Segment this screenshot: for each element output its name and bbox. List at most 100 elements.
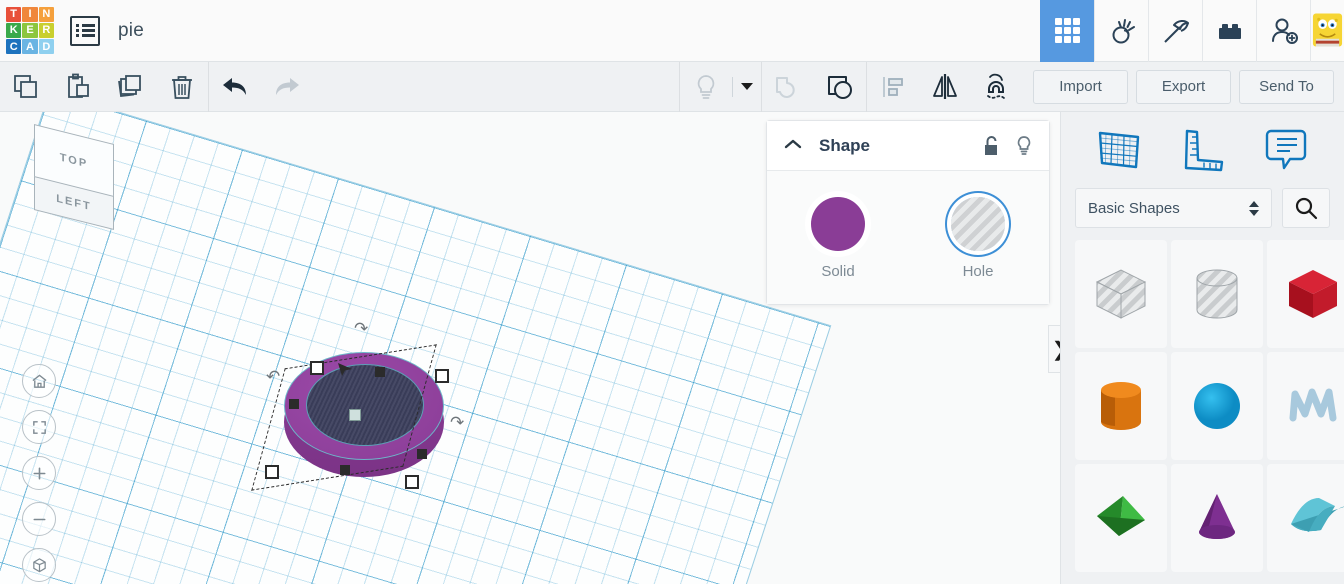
- main-toolbar: Import Export Send To: [0, 61, 1344, 112]
- chevron-updown-icon: [1249, 200, 1259, 216]
- shape-properties-panel: Shape Solid Hole: [766, 120, 1050, 305]
- duplicate-button[interactable]: [104, 62, 156, 112]
- light-tool-group: [680, 62, 761, 112]
- pyramid-shape[interactable]: [1075, 464, 1167, 572]
- tinkercad-logo[interactable]: TINKERCAD: [6, 6, 54, 55]
- logo-letter: I: [22, 6, 38, 22]
- rotate-handle-left[interactable]: ↶: [266, 367, 280, 387]
- snap-magnet-button[interactable]: [971, 62, 1023, 112]
- logo-letter: C: [6, 39, 22, 55]
- cylinder-shape[interactable]: [1075, 352, 1167, 460]
- align-button[interactable]: [867, 62, 919, 112]
- shape-panel-title: Shape: [819, 135, 871, 155]
- logo-letter: N: [38, 6, 54, 22]
- add-person-icon[interactable]: [1256, 0, 1310, 62]
- rotate-handle-right[interactable]: ↷: [450, 413, 464, 433]
- paste-button[interactable]: [52, 62, 104, 112]
- sphere-shape[interactable]: [1171, 352, 1263, 460]
- toolbar-action-buttons: Import Export Send To: [1023, 69, 1344, 104]
- undo-button[interactable]: [209, 62, 261, 112]
- project-title[interactable]: pie: [118, 20, 144, 42]
- copy-button[interactable]: [0, 62, 52, 112]
- solid-swatch-circle: [811, 197, 865, 251]
- resize-handle-edge[interactable]: [340, 465, 350, 475]
- fit-to-view-button[interactable]: [22, 410, 56, 444]
- lightbulb-button[interactable]: [680, 62, 732, 112]
- shape-category-value: Basic Shapes: [1088, 199, 1180, 217]
- home-view-button[interactable]: [22, 364, 56, 398]
- perspective-toggle-button[interactable]: [22, 548, 56, 582]
- ungroup-button[interactable]: [814, 62, 866, 112]
- shape-type-options: Solid Hole: [767, 171, 1049, 304]
- shape-category-select[interactable]: Basic Shapes: [1075, 188, 1272, 228]
- export-button[interactable]: Export: [1136, 69, 1231, 104]
- logo-letter: D: [38, 39, 54, 55]
- resize-handle-edge[interactable]: [289, 399, 299, 409]
- logo-letter: R: [38, 22, 54, 39]
- logo-letter: K: [6, 22, 22, 39]
- group-tool-group: [762, 62, 866, 112]
- view-nav-buttons: [22, 364, 56, 582]
- solid-swatch-label: Solid: [821, 263, 855, 280]
- resize-handle-corner[interactable]: [310, 361, 324, 375]
- search-icon[interactable]: [1282, 188, 1330, 228]
- top-bar: TINKERCAD pie: [0, 0, 1344, 62]
- sidebar-tabs: [1061, 112, 1344, 188]
- selected-shape[interactable]: ↷ ↶ ↷: [251, 317, 464, 491]
- pickaxe-icon[interactable]: [1148, 0, 1202, 62]
- circuits-icon[interactable]: [1094, 0, 1148, 62]
- rotate-handle-top[interactable]: ↷: [354, 319, 368, 339]
- solid-swatch[interactable]: Solid: [794, 197, 882, 280]
- scribble-shape[interactable]: [1267, 352, 1344, 460]
- group-button[interactable]: [762, 62, 814, 112]
- lego-brick-icon[interactable]: [1202, 0, 1256, 62]
- box-shape[interactable]: [1267, 240, 1344, 348]
- tinkercad-app: TINKERCAD pie Import Export Send To TOP …: [0, 0, 1344, 584]
- logo-letter: E: [22, 22, 38, 39]
- grid-icon[interactable]: [1040, 0, 1094, 62]
- edit-tool-group: [0, 62, 208, 112]
- sidebar-controls: Basic Shapes: [1061, 188, 1344, 228]
- view-cube[interactable]: TOP LEFT: [24, 124, 124, 240]
- box-hole-shape[interactable]: [1075, 240, 1167, 348]
- zoom-out-button[interactable]: [22, 502, 56, 536]
- resize-handle-edge[interactable]: [375, 367, 385, 377]
- shape-library-grid: [1061, 228, 1344, 572]
- chevron-up-icon[interactable]: [783, 137, 803, 155]
- ruler-tab[interactable]: [1172, 124, 1232, 176]
- hole-swatch[interactable]: Hole: [934, 197, 1022, 280]
- arrange-tool-group: [867, 62, 1023, 112]
- shape-panel-header: Shape: [767, 121, 1049, 171]
- light-dropdown-button[interactable]: [733, 62, 761, 112]
- unlock-icon[interactable]: [983, 135, 1001, 157]
- project-menu-icon[interactable]: [70, 15, 100, 46]
- import-button[interactable]: Import: [1033, 69, 1128, 104]
- zoom-in-button[interactable]: [22, 456, 56, 490]
- resize-handle-edge[interactable]: [417, 449, 427, 459]
- workplane-tab[interactable]: [1089, 124, 1149, 176]
- topbar-icon-group: [1040, 0, 1344, 62]
- move-arrow-icon[interactable]: [336, 361, 358, 384]
- notes-tab[interactable]: [1256, 124, 1316, 176]
- history-tool-group: [209, 62, 313, 112]
- view-cube-top-label: TOP: [59, 151, 89, 171]
- lightbulb-icon[interactable]: [1015, 135, 1033, 157]
- cylinder-hole-shape[interactable]: [1171, 240, 1263, 348]
- cone-shape[interactable]: [1171, 464, 1263, 572]
- shapes-sidebar: Basic Shapes: [1060, 112, 1344, 584]
- logo-letter: T: [6, 6, 22, 22]
- hole-swatch-circle: [951, 197, 1005, 251]
- mirror-button[interactable]: [919, 62, 971, 112]
- resize-handle-corner[interactable]: [265, 465, 279, 479]
- redo-button[interactable]: [261, 62, 313, 112]
- resize-handle-corner[interactable]: [405, 475, 419, 489]
- send-to-button[interactable]: Send To: [1239, 69, 1334, 104]
- delete-button[interactable]: [156, 62, 208, 112]
- height-handle[interactable]: [349, 409, 361, 421]
- user-avatar[interactable]: [1310, 0, 1344, 62]
- resize-handle-corner[interactable]: [435, 369, 449, 383]
- hole-swatch-label: Hole: [962, 263, 994, 280]
- view-cube-left-label: LEFT: [56, 192, 92, 214]
- logo-letter: A: [22, 39, 38, 55]
- roof-shape[interactable]: [1267, 464, 1344, 572]
